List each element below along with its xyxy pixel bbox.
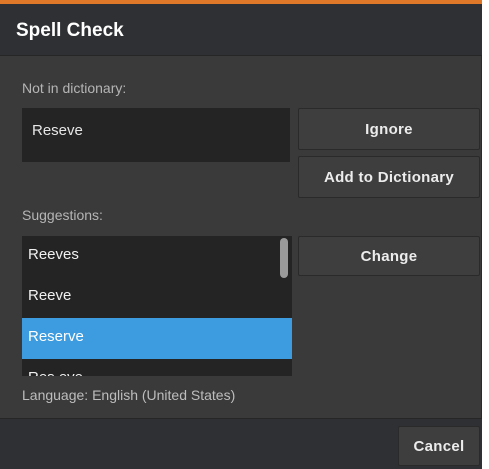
language-label: Language: English (United States) <box>22 387 236 403</box>
cancel-button[interactable]: Cancel <box>398 426 480 466</box>
dialog-title: Spell Check <box>16 20 124 41</box>
suggestion-item[interactable]: Res eve <box>22 359 292 376</box>
change-button[interactable]: Change <box>298 236 480 276</box>
misspelled-word-field: Reseve <box>22 108 290 162</box>
suggestion-item[interactable]: Reeve <box>22 277 292 318</box>
ignore-button[interactable]: Ignore <box>298 108 480 150</box>
suggestions-label: Suggestions: <box>22 207 103 223</box>
suggestions-list[interactable]: Reeves Reeve Reserve Res eve <box>22 236 292 376</box>
misspelled-word: Reseve <box>32 122 83 139</box>
suggestions-scrollbar-thumb[interactable] <box>280 238 288 278</box>
add-to-dictionary-button[interactable]: Add to Dictionary <box>298 156 480 198</box>
suggestion-item-selected[interactable]: Reserve <box>22 318 292 359</box>
dialog-footer: Cancel <box>0 418 482 469</box>
not-in-dictionary-label: Not in dictionary: <box>22 80 127 96</box>
spell-check-dialog: Spell Check Not in dictionary: Reseve Ig… <box>0 0 482 469</box>
suggestion-item[interactable]: Reeves <box>22 236 292 277</box>
title-bar[interactable]: Spell Check <box>0 4 482 56</box>
